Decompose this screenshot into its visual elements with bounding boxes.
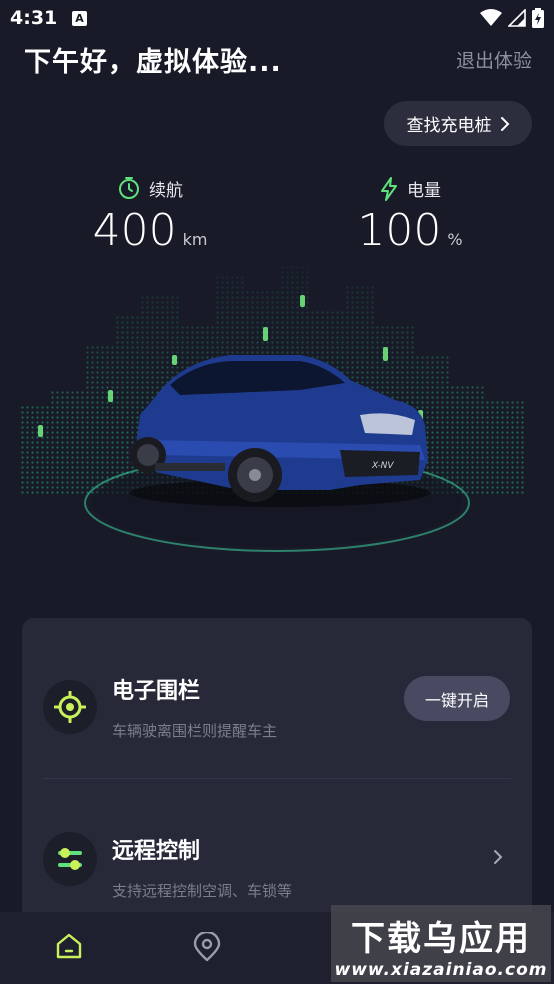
range-label: 续航 (149, 181, 183, 201)
battery-unit: % (447, 230, 463, 249)
location-pin-icon (193, 930, 221, 962)
fence-feature: 电子围栏 车辆驶离围栏则提醒车主 一键开启 (22, 658, 532, 778)
fence-icon-container (43, 680, 97, 734)
find-charger-label: 查找充电桩 (406, 116, 492, 136)
nav-home[interactable] (56, 932, 82, 964)
feature-card: 电子围栏 车辆驶离围栏则提醒车主 一键开启 远程控制 支持远程控制空调、车锁等 (22, 618, 532, 928)
watermark-title: 下载乌应用 (351, 919, 531, 959)
battery-stat: 电量 100 % (350, 176, 470, 256)
remote-description: 支持远程控制空调、车锁等 (112, 882, 293, 900)
range-stat: 续航 400 km (90, 176, 210, 256)
range-value: 400 (92, 205, 177, 256)
lightning-icon (381, 176, 397, 201)
cell-signal-icon (508, 9, 526, 27)
notification-badge: A (72, 11, 87, 26)
status-bar: 4:31 A (0, 0, 554, 38)
timer-icon (119, 176, 139, 199)
range-unit: km (182, 230, 208, 249)
fence-description: 车辆驶离围栏则提醒车主 (112, 722, 278, 740)
chevron-right-icon (500, 116, 509, 131)
battery-icon (532, 8, 544, 28)
greeting-title: 下午好，虚拟体验... (24, 47, 282, 78)
remote-title: 远程控制 (112, 839, 201, 864)
svg-text:X-NV: X-NV (371, 461, 394, 471)
battery-label: 电量 (407, 181, 441, 201)
remote-icon-container (43, 832, 97, 886)
wifi-icon (480, 9, 502, 26)
chevron-right-icon[interactable] (492, 848, 504, 866)
car-scene: X-NV (0, 255, 554, 575)
sliders-icon (58, 848, 82, 870)
status-time: 4:31 (10, 7, 58, 29)
watermark: 下载乌应用 www.xiazainiao.com (331, 905, 551, 982)
status-icons (480, 8, 544, 28)
home-icon (56, 933, 82, 959)
exit-experience-button[interactable]: 退出体验 (456, 46, 532, 73)
city-skyline-illustration: X-NV (0, 255, 554, 575)
divider (43, 778, 511, 779)
find-charger-button[interactable]: 查找充电桩 (384, 101, 532, 146)
nav-location[interactable] (193, 930, 221, 966)
location-target-icon (54, 691, 86, 723)
watermark-url: www.xiazainiao.com (334, 960, 548, 980)
fence-title: 电子围栏 (112, 679, 201, 704)
battery-value: 100 (357, 205, 442, 256)
enable-fence-button[interactable]: 一键开启 (404, 676, 510, 721)
